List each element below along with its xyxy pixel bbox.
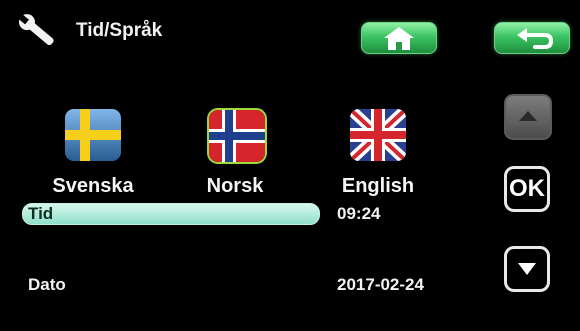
scroll-down-button[interactable] — [504, 246, 550, 292]
home-button[interactable] — [361, 22, 437, 54]
tid-row-highlight[interactable] — [22, 203, 320, 225]
language-label-norsk: Norsk — [206, 175, 264, 197]
sweden-flag-icon — [65, 109, 121, 161]
tid-value[interactable]: 09:24 — [337, 204, 380, 224]
ok-button[interactable]: OK — [504, 166, 550, 212]
wrench-icon — [14, 12, 66, 54]
arrow-down-icon — [518, 263, 536, 275]
norway-flag-icon — [209, 110, 265, 162]
back-button[interactable] — [494, 22, 570, 54]
scroll-up-button[interactable] — [504, 94, 552, 140]
language-option-norsk[interactable] — [207, 108, 267, 164]
page-title: Tid/Språk — [76, 20, 163, 41]
uk-flag-icon — [350, 109, 406, 161]
language-option-english[interactable] — [349, 108, 407, 162]
arrow-up-icon — [519, 111, 537, 121]
language-option-svenska[interactable] — [64, 108, 122, 162]
back-arrow-icon — [517, 28, 554, 49]
home-icon — [384, 27, 414, 50]
language-label-svenska: Svenska — [52, 175, 134, 197]
tid-label: Tid — [28, 204, 54, 223]
dato-value[interactable]: 2017-02-24 — [337, 275, 424, 295]
dato-label: Dato — [28, 275, 66, 294]
language-label-english: English — [341, 175, 415, 197]
